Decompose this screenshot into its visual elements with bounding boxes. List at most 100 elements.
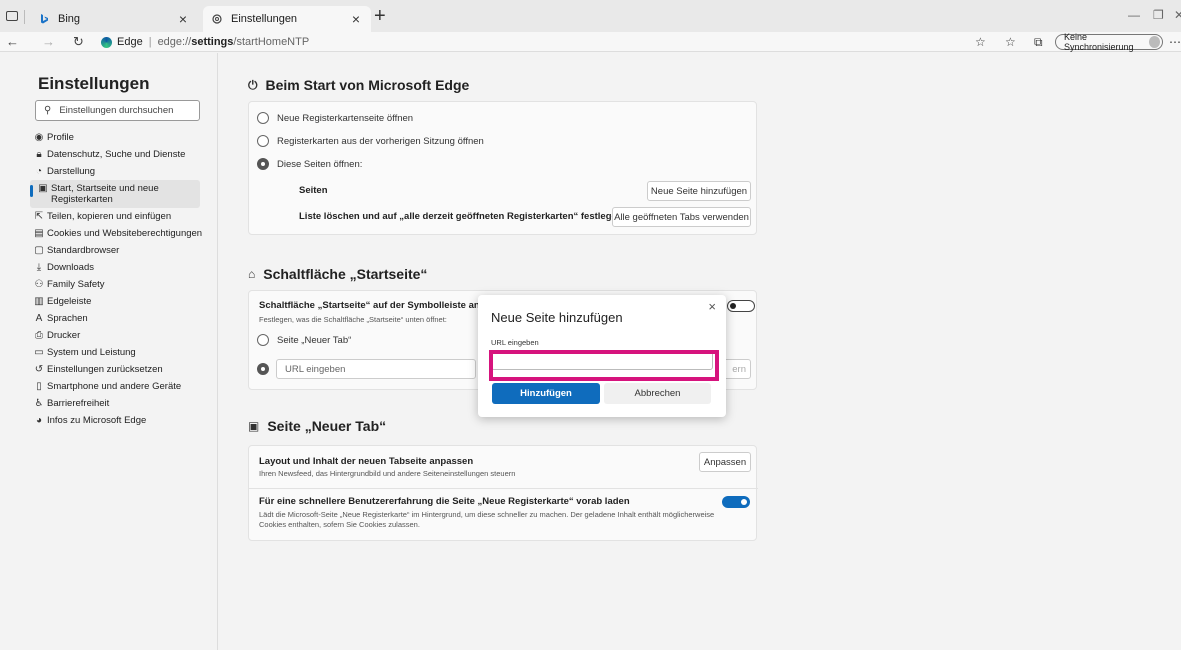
sidebar-item-downloads[interactable]: ⤓ Downloads <box>30 259 218 276</box>
search-input[interactable]: ⚲ Einstellungen durchsuchen <box>35 100 200 121</box>
home-url-input[interactable]: URL eingeben <box>276 359 476 379</box>
layout-desc: Ihren Newsfeed, das Hintergrundbild und … <box>259 469 516 478</box>
radio-new-tab[interactable]: Neue Registerkartenseite öffnen <box>257 112 413 124</box>
radio-button[interactable] <box>257 135 269 147</box>
radio-open-pages[interactable]: Diese Seiten öffnen: <box>257 158 362 170</box>
pages-label: Seiten <box>299 185 328 196</box>
collections-icon[interactable]: ⧉ <box>1034 35 1043 50</box>
restore-icon[interactable]: ❐ <box>1153 8 1164 22</box>
sidebar-item-printers[interactable]: ⎙ Drucker <box>30 327 218 344</box>
tab-bar: Bing × Einstellungen × + — ❐ ✕ <box>0 0 1181 32</box>
sidebar-item-label: Sprachen <box>47 313 88 324</box>
sidebar-item-label: Standardbrowser <box>47 245 120 256</box>
sidebar-item-system[interactable]: ▭ System und Leistung <box>30 344 218 361</box>
preload-toggle[interactable] <box>722 496 750 508</box>
url-bold: settings <box>191 36 234 48</box>
sidebar-item-phone[interactable]: ▯ Smartphone und andere Geräte <box>30 378 218 395</box>
favorites-icon[interactable]: ☆ <box>1005 35 1016 49</box>
radio-label: Neue Registerkartenseite öffnen <box>277 112 414 124</box>
sidebar-item-label: Profile <box>47 132 74 143</box>
sidebar-item-label: Darstellung <box>47 166 96 177</box>
radio-button[interactable] <box>257 334 269 346</box>
forward-icon[interactable]: → <box>42 34 55 50</box>
customize-button[interactable]: Anpassen <box>699 452 751 472</box>
home-button-toggle[interactable] <box>727 300 755 312</box>
bing-icon <box>41 14 48 24</box>
radio-previous-session[interactable]: Registerkarten aus der vorherigen Sitzun… <box>257 135 484 147</box>
reset-icon: ↺ <box>34 364 44 375</box>
phone-icon: ▯ <box>36 381 42 392</box>
edge-icon <box>101 36 112 48</box>
power-icon: ⏻ <box>248 77 258 92</box>
tab-actions-icon[interactable] <box>6 11 18 21</box>
new-tab-button[interactable]: + <box>374 6 386 26</box>
close-tab-icon[interactable]: × <box>176 11 190 27</box>
sidebar-item-label: Start, Startseite und neue Registerkarte… <box>51 183 159 205</box>
system-icon: ▭ <box>34 347 44 358</box>
section-title-newtab: ▣ Seite „Neuer Tab“ <box>248 418 386 434</box>
close-tab-icon[interactable]: × <box>349 11 363 27</box>
more-icon[interactable]: ⋯ <box>1169 35 1181 49</box>
cancel-button[interactable]: Abbrechen <box>604 383 711 404</box>
sidebar-item-default-browser[interactable]: ▢ Standardbrowser <box>30 242 218 259</box>
newtab-card: Layout und Inhalt der neuen Tabseite anp… <box>248 445 758 541</box>
add-button[interactable]: Hinzufügen <box>492 383 600 404</box>
close-icon[interactable]: × <box>708 299 716 314</box>
sync-profile-button[interactable]: Keine Synchronisierung <box>1055 32 1163 52</box>
tab-einstellungen[interactable]: Einstellungen × <box>203 6 371 32</box>
sidebar-item-label: Family Safety <box>47 279 105 290</box>
radio-label: Registerkarten aus der vorherigen Sitzun… <box>277 135 484 147</box>
sidebar-item-label: Einstellungen zurücksetzen <box>47 364 163 375</box>
sidebar-item-appearance[interactable]: ◔ Darstellung <box>30 163 218 180</box>
share-icon: ⇱ <box>34 211 44 222</box>
radio-button-selected[interactable] <box>257 363 269 375</box>
sidebar-item-profile[interactable]: ◉ Profile <box>30 129 218 146</box>
sidebar-item-privacy[interactable]: 🔒︎ Datenschutz, Suche und Dienste <box>30 146 218 163</box>
section-title-text: Seite „Neuer Tab“ <box>267 418 387 434</box>
favorite-add-icon[interactable]: ☆ <box>975 35 986 49</box>
sidebar-title: Einstellungen <box>38 74 150 93</box>
search-icon: ⚲ <box>44 105 52 116</box>
close-window-icon[interactable]: ✕ <box>1174 8 1181 22</box>
sidebar-item-cookies[interactable]: ▤ Cookies und Websiteberechtigungen <box>30 225 218 242</box>
sidebar-item-reset[interactable]: ↺ Einstellungen zurücksetzen <box>30 361 218 378</box>
navigation-bar: ← → ↻ Edge | edge://settings/startHomeNT… <box>0 32 1181 52</box>
refresh-icon[interactable]: ↻ <box>73 34 84 50</box>
clear-list-label: Liste löschen und auf „alle derzeit geöf… <box>299 211 623 222</box>
sidebar-item-about[interactable]: ◕ Infos zu Microsoft Edge <box>30 412 218 429</box>
radio-button-selected[interactable] <box>257 158 269 170</box>
back-icon[interactable]: ← <box>6 34 19 50</box>
sidebar: Einstellungen ⚲ Einstellungen durchsuche… <box>30 53 218 650</box>
minimize-icon[interactable]: — <box>1128 8 1140 22</box>
sidebar-item-label: Edgeleiste <box>47 296 92 307</box>
sidebar-item-label: Downloads <box>47 262 94 273</box>
sidebar-item-label: System und Leistung <box>47 347 136 358</box>
url-field-highlight <box>489 350 719 381</box>
radio-label: Diese Seiten öffnen: <box>277 158 363 170</box>
section-title-startup: ⏻ Beim Start von Microsoft Edge <box>248 77 469 93</box>
edgebar-icon: ▥ <box>34 296 44 307</box>
radio-home-newtab[interactable]: Seite „Neuer Tab“ <box>257 334 351 346</box>
radio-home-url[interactable] <box>257 363 277 375</box>
sidebar-item-accessibility[interactable]: ♿︎ Barrierefreiheit <box>30 395 218 412</box>
sidebar-item-label: Teilen, kopieren und einfügen <box>47 211 172 222</box>
start-icon: ▣ <box>38 183 48 194</box>
sidebar-item-family[interactable]: ⚇ Family Safety <box>30 276 218 293</box>
sidebar-item-share[interactable]: ⇱ Teilen, kopieren und einfügen <box>30 208 218 225</box>
radio-button[interactable] <box>257 112 269 124</box>
lock-icon: 🔒︎ <box>36 149 42 160</box>
add-page-button[interactable]: Neue Seite hinzufügen <box>647 181 751 201</box>
sidebar-item-edgebar[interactable]: ▥ Edgeleiste <box>30 293 218 310</box>
layout-label: Layout und Inhalt der neuen Tabseite anp… <box>259 456 474 467</box>
tab-bing[interactable]: Bing × <box>30 6 198 32</box>
sync-label: Keine Synchronisierung <box>1064 32 1134 52</box>
radio-label: Seite „Neuer Tab“ <box>277 334 352 346</box>
sidebar-item-start[interactable]: ▣ Start, Startseite und neue Registerkart… <box>30 180 200 208</box>
use-open-tabs-button[interactable]: Alle geöffneten Tabs verwenden <box>612 207 751 227</box>
newtab-icon: ▣ <box>248 419 260 433</box>
sidebar-item-languages[interactable]: A Sprachen <box>30 310 218 327</box>
home-toggle-desc: Festlegen, was die Schaltfläche „Startse… <box>259 315 447 324</box>
url-suffix: /startHomeNTP <box>233 36 310 48</box>
language-icon: A <box>35 313 43 324</box>
address-bar[interactable]: Edge | edge://settings/startHomeNTP <box>101 34 309 50</box>
